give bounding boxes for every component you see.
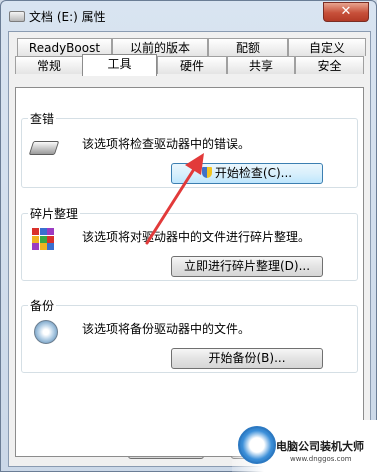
tools-panel: 查错 该选项将检查驱动器中的错误。 开始检查(C)... 碎片整理 该选项将对驱…: [15, 87, 364, 457]
defragment-now-button[interactable]: 立即进行碎片整理(D)...: [171, 256, 323, 277]
uac-shield-icon: [201, 167, 212, 178]
properties-window: 文档 (E:) 属性 ✕ ReadyBoost 以前的版本 配额 自定义 常规 …: [0, 0, 377, 472]
error-check-title: 查错: [28, 110, 57, 127]
tab-tools[interactable]: 工具: [82, 54, 157, 76]
watermark: 电脑公司装机大师 www.dnggos.com: [232, 420, 377, 472]
backup-now-button[interactable]: 开始备份(B)...: [171, 348, 323, 369]
hard-disk-icon: [28, 141, 60, 155]
close-button[interactable]: ✕: [323, 2, 369, 22]
defrag-description: 该选项将对驱动器中的文件进行碎片整理。: [82, 230, 311, 244]
defrag-icon: [32, 228, 54, 250]
watermark-text: 电脑公司装机大师: [276, 440, 364, 453]
tab-quota[interactable]: 配额: [208, 38, 288, 56]
title-bar: 文档 (E:) 属性 ✕: [1, 1, 376, 31]
backup-title: 备份: [28, 297, 57, 314]
check-now-button[interactable]: 开始检查(C)...: [171, 163, 323, 184]
check-now-label: 开始检查(C)...: [214, 166, 293, 180]
windows-logo-icon: [238, 426, 276, 464]
error-check-group: 查错 该选项将检查驱动器中的错误。 开始检查(C)...: [21, 110, 358, 188]
dialog-client: ReadyBoost 以前的版本 配额 自定义 常规 工具 硬件 共享 安全 查…: [8, 31, 371, 467]
tab-customize[interactable]: 自定义: [288, 38, 366, 56]
backup-disc-icon: [34, 320, 58, 344]
defrag-group: 碎片整理 该选项将对驱动器中的文件进行碎片整理。 立即进行碎片整理(D)...: [21, 205, 358, 281]
window-title: 文档 (E:) 属性: [29, 10, 106, 24]
tab-hardware[interactable]: 硬件: [157, 56, 227, 74]
defrag-title: 碎片整理: [28, 205, 81, 222]
backup-description: 该选项将备份驱动器中的文件。: [82, 322, 251, 336]
tab-security[interactable]: 安全: [295, 56, 364, 74]
tab-general[interactable]: 常规: [15, 56, 83, 74]
tab-sharing[interactable]: 共享: [227, 56, 295, 74]
backup-group: 备份 该选项将备份驱动器中的文件。 开始备份(B)...: [21, 297, 358, 373]
error-check-description: 该选项将检查驱动器中的错误。: [82, 137, 251, 151]
drive-icon: [9, 11, 25, 22]
watermark-url: www.dnggos.com: [290, 455, 352, 463]
